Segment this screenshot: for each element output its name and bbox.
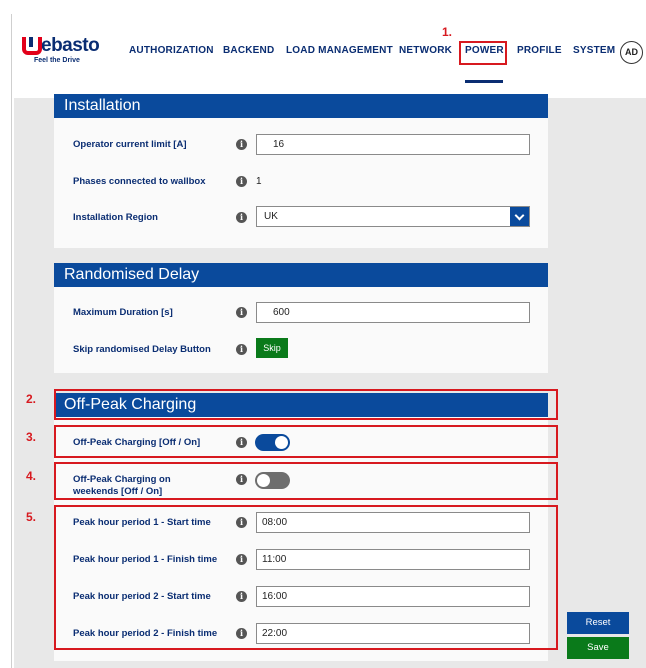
annotation-box-power (459, 41, 507, 65)
chevron-down-icon[interactable] (510, 207, 529, 226)
weekends-label-line2: weekends [Off / On] (73, 486, 163, 497)
info-icon[interactable]: i (236, 591, 247, 602)
info-icon[interactable]: i (236, 554, 247, 565)
peak-period-1-start-input[interactable]: 08:00 (256, 512, 530, 533)
maximum-duration-input[interactable]: 600 (256, 302, 530, 323)
top-navigation: ebasto Feel the Drive AUTHORIZATION BACK… (14, 14, 646, 98)
info-icon[interactable]: i (236, 628, 247, 639)
nav-load-management[interactable]: LOAD MANAGEMENT (286, 45, 393, 56)
peak-period-label: Peak hour period 2 - Finish time (73, 628, 218, 639)
info-icon[interactable]: i (236, 139, 247, 150)
info-icon[interactable]: i (236, 344, 247, 355)
operator-current-limit-input[interactable]: 16 (256, 134, 530, 155)
info-icon[interactable]: i (236, 474, 247, 485)
phases-connected-value: 1 (256, 176, 262, 187)
annotation-3: 3. (26, 430, 37, 444)
reset-button[interactable]: Reset (567, 612, 629, 634)
toggle-knob (257, 474, 270, 487)
phases-connected-label: Phases connected to wallbox (73, 176, 206, 187)
page-root: ebasto Feel the Drive AUTHORIZATION BACK… (0, 0, 646, 668)
info-icon[interactable]: i (236, 437, 247, 448)
logo-wordmark: ebasto (22, 35, 100, 56)
off-peak-toggle[interactable] (255, 434, 290, 451)
peak-period-label: Peak hour period 1 - Finish time (73, 554, 218, 565)
skip-button[interactable]: Skip (256, 338, 288, 358)
installation-header: Installation (54, 94, 548, 118)
skip-delay-label: Skip randomised Delay Button (73, 344, 211, 355)
peak-period-label: Peak hour period 2 - Start time (73, 591, 211, 602)
info-icon[interactable]: i (236, 212, 247, 223)
peak-period-1-finish-input[interactable]: 11:00 (256, 549, 530, 570)
nav-network[interactable]: NETWORK (399, 45, 452, 56)
logo-text: ebasto (41, 35, 100, 56)
weekends-label-line1: Off-Peak Charging on (73, 474, 171, 485)
weekends-toggle-label: Off-Peak Charging on weekends [Off / On] (73, 474, 171, 498)
webasto-logo[interactable]: ebasto Feel the Drive (22, 35, 100, 64)
save-button[interactable]: Save (567, 637, 629, 659)
installation-region-select[interactable]: UK (256, 206, 530, 227)
annotation-box-off-peak-header (54, 389, 558, 420)
annotation-1: 1. (442, 25, 453, 39)
randomised-delay-header: Randomised Delay (54, 263, 548, 287)
user-avatar[interactable]: AD (620, 41, 643, 64)
logo-tagline: Feel the Drive (34, 57, 80, 64)
active-tab-underline (465, 80, 503, 83)
info-icon[interactable]: i (236, 176, 247, 187)
maximum-duration-label: Maximum Duration [s] (73, 307, 173, 318)
nav-backend[interactable]: BACKEND (223, 45, 274, 56)
installation-region-value: UK (264, 211, 278, 222)
peak-period-2-start-input[interactable]: 16:00 (256, 586, 530, 607)
operator-current-limit-label: Operator current limit [A] (73, 139, 187, 150)
toggle-knob (275, 436, 288, 449)
logo-w-mark-icon (22, 37, 42, 55)
installation-region-label: Installation Region (73, 212, 158, 223)
weekends-toggle[interactable] (255, 472, 290, 489)
nav-system[interactable]: SYSTEM (573, 45, 615, 56)
peak-period-label: Peak hour period 1 - Start time (73, 517, 211, 528)
off-peak-toggle-label: Off-Peak Charging [Off / On] (73, 437, 201, 448)
annotation-4: 4. (26, 469, 37, 483)
nav-authorization[interactable]: AUTHORIZATION (129, 45, 214, 56)
info-icon[interactable]: i (236, 307, 247, 318)
nav-profile[interactable]: PROFILE (517, 45, 562, 56)
left-border (11, 14, 12, 668)
peak-period-2-finish-input[interactable]: 22:00 (256, 623, 530, 644)
annotation-2: 2. (26, 392, 37, 406)
annotation-5: 5. (26, 510, 37, 524)
info-icon[interactable]: i (236, 517, 247, 528)
